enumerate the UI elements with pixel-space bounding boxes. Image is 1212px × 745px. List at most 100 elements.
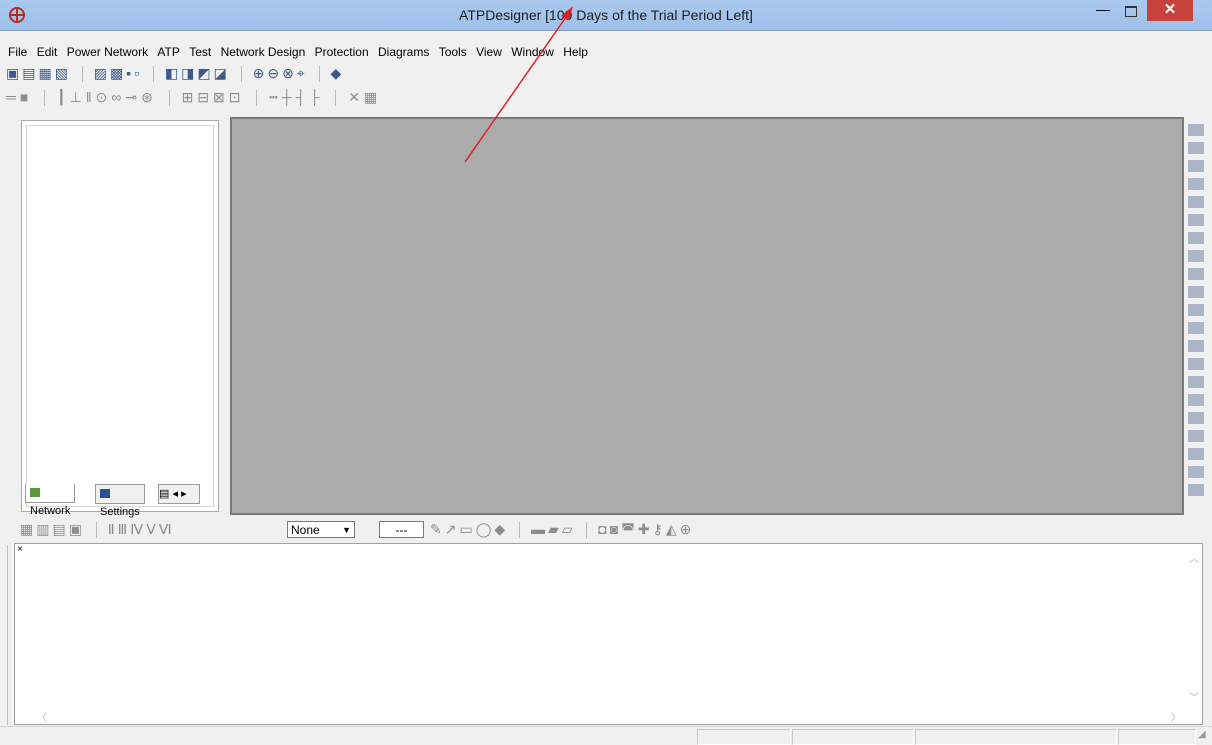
menu-edit[interactable]: Edit	[34, 42, 61, 62]
scroll-up-icon[interactable]: ︿	[1189, 550, 1199, 565]
fill-icon[interactable]: ◆	[494, 521, 508, 537]
vertical-scrollbar[interactable]: ︿ ﹀	[1185, 544, 1202, 706]
align-icon[interactable]: ▦	[20, 521, 36, 537]
right-tool-icon[interactable]	[1188, 466, 1204, 478]
new-icon[interactable]: ▣	[6, 65, 22, 81]
right-tool-icon[interactable]	[1188, 412, 1204, 424]
image-icon[interactable]: ◘	[598, 521, 609, 537]
line-style-field[interactable]: ---	[379, 521, 424, 538]
print-icon[interactable]: ▧	[55, 65, 71, 81]
label-icon[interactable]: ┤	[296, 89, 310, 105]
node-icon[interactable]: ┼	[282, 89, 296, 105]
distribute-icon[interactable]: ▥	[36, 521, 52, 537]
tab-left-arrow-icon[interactable]: ◂	[172, 488, 178, 500]
plus-icon[interactable]: ✚	[638, 521, 653, 537]
lock-icon[interactable]: ◚	[621, 521, 638, 537]
right-tool-icon[interactable]	[1188, 340, 1204, 352]
menu-atp[interactable]: ATP	[154, 42, 182, 62]
main-toolbar-icons[interactable]: ▣▤▦▧ ▨▩▪▫ ◧◨◩◪ ⊕⊖⊗⌖ ◆	[6, 65, 345, 83]
scroll-left-icon[interactable]: 〈	[37, 709, 47, 724]
zoom-in-icon[interactable]: ⊕	[253, 65, 268, 81]
minimize-button[interactable]: —	[1090, 0, 1116, 21]
underline-icon[interactable]: ▱	[562, 521, 576, 537]
bold-icon[interactable]: ▬	[531, 521, 548, 537]
rect-icon[interactable]: ▭	[459, 521, 475, 537]
right-tool-icon[interactable]	[1188, 268, 1204, 280]
relay-icon[interactable]: ⊠	[213, 89, 229, 105]
tab-right-arrow-icon[interactable]: ▸	[181, 488, 187, 500]
ellipse-icon[interactable]: ◯	[476, 521, 495, 537]
drawing-canvas[interactable]	[230, 117, 1184, 515]
tab-scroll-buttons[interactable]: ▤ ◂ ▸	[158, 484, 200, 504]
network-tree[interactable]	[26, 125, 214, 507]
right-tool-icon[interactable]	[1188, 250, 1204, 262]
right-tool-icon[interactable]	[1188, 358, 1204, 370]
right-tool-icon[interactable]	[1188, 232, 1204, 244]
key-icon[interactable]: ⚷	[653, 521, 666, 537]
right-tool-icon[interactable]	[1188, 142, 1204, 154]
transformer-icon[interactable]: ∞	[111, 89, 125, 105]
text-style-icon[interactable]: Ⅴ	[146, 521, 159, 537]
scroll-down-icon[interactable]: ﹀	[1189, 689, 1199, 704]
chart-icon[interactable]: ◩	[197, 65, 213, 81]
line-icon[interactable]: ═	[6, 89, 20, 105]
bus-icon[interactable]: ⊞	[182, 89, 198, 105]
italic-icon[interactable]: ▰	[548, 521, 562, 537]
globe-icon[interactable]: ⊕	[680, 521, 695, 537]
menu-file[interactable]: File	[5, 42, 30, 62]
format-toolbar-icons[interactable]: ▦▥▤▣ ⅡⅢⅣⅤⅥ	[20, 521, 175, 539]
network-panel[interactable]	[21, 120, 219, 512]
delete-icon[interactable]: ✕	[348, 89, 364, 105]
text-color-icon[interactable]: Ⅵ	[159, 521, 175, 537]
paste-icon[interactable]: ▩	[110, 65, 126, 81]
source-icon[interactable]: ⊙	[96, 89, 112, 105]
capacitor-icon[interactable]: ‖	[86, 89, 96, 105]
output-pane[interactable]: × ︿ ﹀ 〈 〉	[14, 543, 1203, 725]
tab-settings[interactable]: Settings	[95, 484, 145, 518]
grid-icon[interactable]: ▦	[364, 89, 381, 105]
menu-protection[interactable]: Protection	[312, 42, 372, 62]
table-icon[interactable]: ◨	[181, 65, 197, 81]
breaker-icon[interactable]: ⊟	[197, 89, 213, 105]
binoculars-icon[interactable]: ⌖	[297, 65, 308, 81]
block-icon[interactable]: ■	[20, 89, 32, 105]
right-tool-icon[interactable]	[1188, 322, 1204, 334]
probe-icon[interactable]: ├	[310, 89, 324, 105]
tab-more-icon[interactable]: ▤	[159, 488, 169, 500]
ungroup-icon[interactable]: ▣	[69, 521, 85, 537]
close-button[interactable]: ✕	[1147, 0, 1193, 21]
resize-grip-icon[interactable]: ◢	[1198, 729, 1206, 740]
diagram-icon[interactable]: ◪	[214, 65, 230, 81]
undo-icon[interactable]: ▫	[134, 65, 142, 81]
component-icon[interactable]: ◧	[165, 65, 181, 81]
chevron-down-icon[interactable]: ▼	[342, 522, 351, 539]
copy-icon[interactable]: ▨	[94, 65, 110, 81]
right-tool-icon[interactable]	[1188, 196, 1204, 208]
zoom-fit-icon[interactable]: ⊗	[282, 65, 297, 81]
component-toolbar-icons[interactable]: ═■ ┃⊥‖⊙∞⊸⊛ ⊞⊟⊠⊡ ┅┼┤├ ✕▦	[6, 89, 381, 107]
pen-icon[interactable]: ✎	[430, 521, 445, 537]
drawing-tools-icons[interactable]: ✎↗▭◯◆ ▬▰▱ ◘◙◚✚⚷◭⊕	[430, 521, 695, 539]
group-icon[interactable]: ▤	[52, 521, 68, 537]
menu-network-design[interactable]: Network Design	[218, 42, 309, 62]
output-text-area[interactable]	[33, 552, 1182, 700]
output-gripper[interactable]	[7, 545, 13, 725]
ground-icon[interactable]: ⊥	[70, 89, 86, 105]
menu-power-network[interactable]: Power Network	[64, 42, 151, 62]
style-select[interactable]: None ▼	[287, 521, 355, 538]
maximize-button[interactable]	[1118, 0, 1144, 21]
help-icon[interactable]: ◆	[331, 65, 345, 81]
switch-icon[interactable]: ⊸	[125, 89, 141, 105]
output-close-icon[interactable]: ×	[17, 544, 23, 555]
meter-icon[interactable]: ⊛	[141, 89, 157, 105]
open-icon[interactable]: ▤	[22, 65, 38, 81]
right-tool-icon[interactable]	[1188, 484, 1204, 496]
right-tool-icon[interactable]	[1188, 178, 1204, 190]
right-tool-icon[interactable]	[1188, 304, 1204, 316]
text-icon[interactable]: Ⅱ	[108, 521, 118, 537]
right-tool-icon[interactable]	[1188, 430, 1204, 442]
right-tool-icon[interactable]	[1188, 286, 1204, 298]
text-align-icon[interactable]: Ⅲ	[118, 521, 131, 537]
menu-diagrams[interactable]: Diagrams	[375, 42, 432, 62]
chart-icon[interactable]: ◭	[666, 521, 680, 537]
